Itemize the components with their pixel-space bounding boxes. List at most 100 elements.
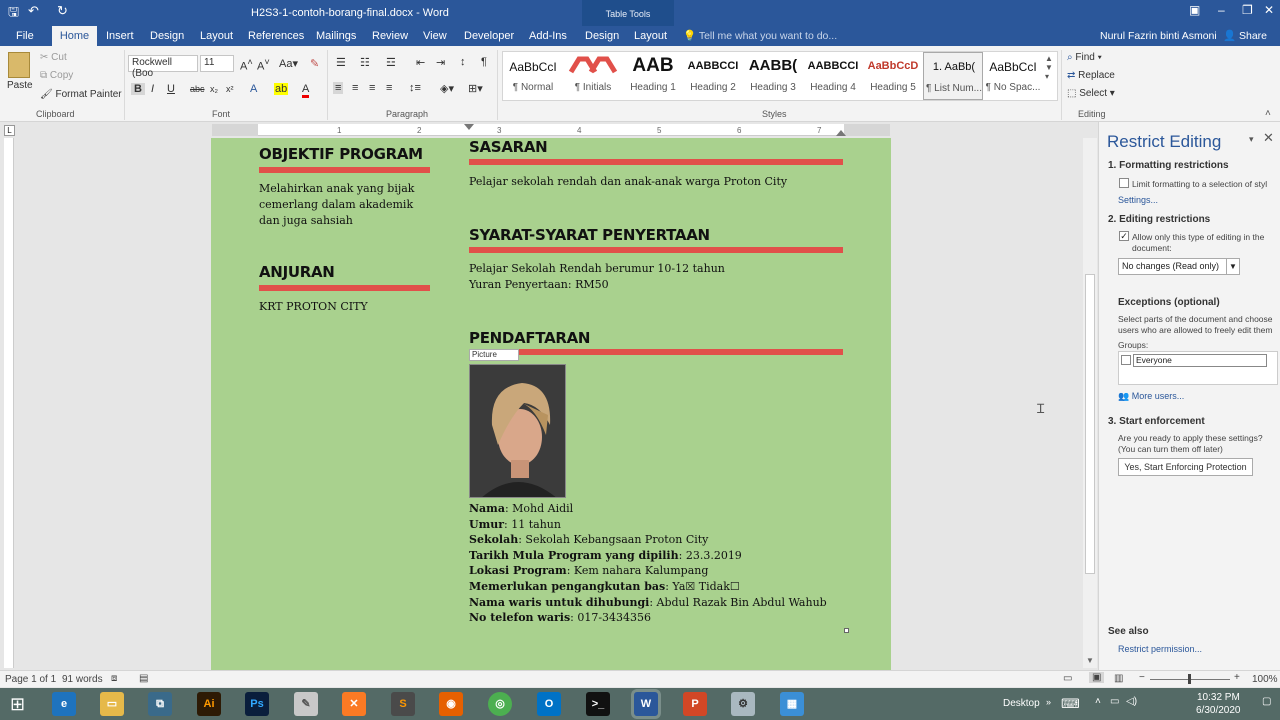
paint-icon[interactable]: ✎ (294, 692, 318, 716)
font-name-combo[interactable]: Rockwell (Boo (128, 55, 198, 79)
italic-icon[interactable]: I (151, 83, 154, 95)
tab-design[interactable]: Design (146, 26, 188, 46)
save-icon[interactable]: 🖫 (8, 3, 19, 25)
change-case-icon[interactable]: Aa▾ (279, 57, 298, 70)
tab-mailings[interactable]: Mailings (312, 26, 360, 46)
terminal-icon[interactable]: >_ (586, 692, 610, 716)
chrome-icon[interactable]: ◎ (488, 692, 512, 716)
font-size-combo[interactable]: 11 (200, 55, 234, 72)
tab-view[interactable]: View (419, 26, 451, 46)
user-name[interactable]: Nurul Fazrin binti Asmoni (1100, 26, 1217, 46)
undo-icon[interactable]: ↶ (28, 3, 39, 19)
everyone-checkbox[interactable] (1121, 355, 1131, 365)
sublime-icon[interactable]: S (391, 692, 415, 716)
bold-icon[interactable]: B (131, 83, 145, 95)
zoom-in-icon[interactable]: + (1234, 672, 1240, 683)
chevron-icon[interactable]: » (1046, 697, 1051, 707)
outlook-icon[interactable]: O (537, 692, 561, 716)
speaker-icon[interactable]: ◁) (1126, 696, 1137, 707)
borders-icon[interactable]: ⊞▾ (468, 82, 483, 95)
line-spacing-icon[interactable]: ↕≡ (409, 82, 421, 94)
network-icon[interactable]: ▦ (780, 692, 804, 716)
highlight-icon[interactable]: ab (274, 83, 289, 95)
cut-button[interactable]: ✂ Cut (40, 52, 67, 63)
keyboard-icon[interactable]: ⌨ (1061, 696, 1080, 712)
firefox-icon[interactable]: ◉ (439, 692, 463, 716)
chevron-up-icon[interactable]: ˄ (1095, 696, 1101, 707)
select-button[interactable]: ⬚ Select ▾ (1067, 88, 1115, 99)
style-heading-1[interactable]: AAB Heading 1 (623, 52, 683, 100)
file-explorer-icon[interactable]: ▭ (100, 692, 124, 716)
align-center-icon[interactable]: ≡ (352, 82, 358, 94)
read-mode-icon[interactable]: ▭ (1063, 673, 1072, 684)
powerpoint-icon[interactable]: P (683, 692, 707, 716)
app-icon[interactable]: ⧉ (148, 692, 172, 716)
justify-icon[interactable]: ≡ (386, 82, 392, 94)
style-heading-4[interactable]: AABBCCI Heading 4 (803, 52, 863, 100)
clear-formatting-icon[interactable]: ✎ (310, 57, 319, 70)
underline-icon[interactable]: U (167, 83, 175, 95)
tab-table-design[interactable]: Design (581, 26, 623, 46)
style-heading-3[interactable]: AABB(Heading 3 (743, 52, 803, 100)
style-initials[interactable]: ¶ Initials (563, 52, 623, 100)
desktop-toolbar[interactable]: Desktop (1003, 698, 1040, 709)
align-right-icon[interactable]: ≡ (369, 82, 375, 94)
text-effects-icon[interactable]: A (250, 83, 257, 95)
strikethrough-icon[interactable]: abc (190, 84, 205, 94)
pane-close-icon[interactable]: ✕ (1263, 130, 1274, 146)
groups-list[interactable]: Everyone (1118, 351, 1278, 385)
restore-icon[interactable]: ❐ (1242, 3, 1253, 17)
tab-insert[interactable]: Insert (102, 26, 138, 46)
tab-table-layout[interactable]: Layout (630, 26, 671, 46)
settings-link[interactable]: Settings... (1118, 195, 1158, 205)
proofing-icon[interactable]: ⧈ (111, 673, 117, 684)
horizontal-ruler[interactable]: 1 2 3 4 5 6 7 (212, 124, 890, 136)
font-color-icon[interactable]: A (302, 83, 310, 98)
tab-selector-icon[interactable]: L (4, 125, 15, 136)
style-list-number[interactable]: 1. AaBb(¶ List Num... (923, 52, 983, 100)
allow-editing-checkbox[interactable]: ✓ (1119, 231, 1129, 241)
style-heading-5[interactable]: AaBbCcD Heading 5 (863, 52, 923, 100)
grow-font-icon[interactable]: A˄ (240, 57, 253, 73)
macro-icon[interactable]: ▤ (139, 673, 148, 684)
pane-options-icon[interactable]: ▾ (1249, 134, 1254, 145)
tab-review[interactable]: Review (368, 26, 412, 46)
limit-formatting-checkbox[interactable] (1119, 178, 1129, 188)
start-enforcing-button[interactable]: Yes, Start Enforcing Protection (1118, 458, 1253, 476)
gallery-scroll-icon[interactable]: ▲ ▼ ▾ (1045, 54, 1053, 81)
tab-layout[interactable]: Layout (196, 26, 237, 46)
increase-indent-icon[interactable]: ⇥ (436, 56, 445, 69)
numbering-icon[interactable]: ☷ (360, 56, 370, 69)
vertical-ruler[interactable] (4, 138, 14, 668)
subscript-icon[interactable]: x₂ (210, 84, 218, 94)
style-normal[interactable]: AaBbCcI ¶ Normal (503, 52, 563, 100)
clock-time[interactable]: 10:32 PM (1197, 692, 1240, 703)
illustrator-icon[interactable]: Ai (197, 692, 221, 716)
tab-developer[interactable]: Developer (460, 26, 518, 46)
close-icon[interactable]: ✕ (1264, 3, 1274, 17)
editing-type-select[interactable]: No changes (Read only) ▼ (1118, 258, 1240, 275)
share-button[interactable]: 👤 Share (1223, 26, 1267, 46)
vertical-scrollbar[interactable]: ▼ (1083, 138, 1097, 668)
multilevel-list-icon[interactable]: ☲ (386, 56, 396, 69)
ribbon-display-icon[interactable]: ▣ (1189, 3, 1200, 17)
tell-me-search[interactable]: 💡 Tell me what you want to do... (683, 26, 837, 46)
style-no-spacing[interactable]: AaBbCcI ¶ No Spac... (983, 52, 1043, 100)
scrollbar-thumb[interactable] (1085, 274, 1095, 574)
paste-button[interactable]: Paste (7, 80, 33, 91)
shrink-font-icon[interactable]: A˅ (257, 57, 270, 73)
tab-references[interactable]: References (244, 26, 308, 46)
zoom-out-icon[interactable]: − (1139, 672, 1145, 683)
sort-icon[interactable]: ↕ (460, 56, 466, 68)
bullets-icon[interactable]: ☰ (336, 56, 346, 69)
paste-icon[interactable] (8, 52, 30, 78)
xampp-icon[interactable]: ✕ (342, 692, 366, 716)
print-layout-icon[interactable]: ▣ (1089, 672, 1105, 683)
table-resize-handle[interactable] (844, 628, 849, 633)
tab-file[interactable]: File (12, 26, 38, 46)
student-photo[interactable] (469, 364, 566, 498)
style-heading-2[interactable]: AABBCCI Heading 2 (683, 52, 743, 100)
word-icon[interactable]: W (634, 692, 658, 716)
tab-home[interactable]: Home (52, 26, 97, 46)
more-users-link[interactable]: 👥 More users... (1118, 391, 1184, 402)
